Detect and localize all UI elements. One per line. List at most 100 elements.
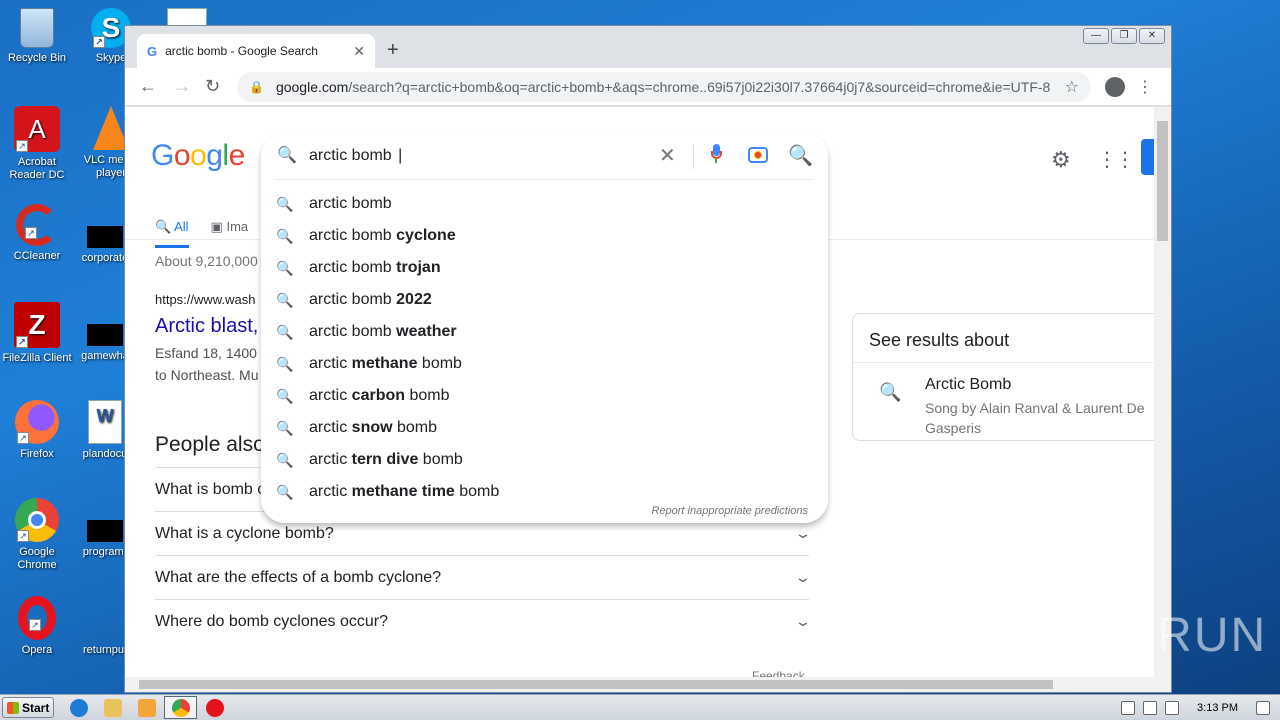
tab-google-search[interactable]: G arctic bomb - Google Search ✕ (137, 34, 375, 68)
address-bar[interactable]: 🔒 google.com/search?q=arctic+bomb&oq=arc… (237, 72, 1091, 102)
microphone-icon[interactable] (710, 144, 722, 164)
result-title-link[interactable]: Arctic blast, (155, 315, 258, 338)
bookmark-star-icon[interactable]: ☆ (1065, 77, 1079, 97)
clock[interactable]: 3:13 PM (1197, 702, 1238, 714)
start-button[interactable]: Start (2, 697, 54, 718)
tab-title: arctic bomb - Google Search (165, 44, 318, 58)
desktop-icon-label: Firefox (20, 448, 54, 460)
suggestion-item[interactable]: 🔍 arctic methane bomb (261, 348, 828, 380)
results-count: About 9,210,000 (155, 253, 258, 269)
desktop-icon-label: Google Chrome (17, 546, 57, 571)
chrome-window: G arctic bomb - Google Search ✕ + — ❐ ✕ … (124, 25, 1172, 693)
file-thumbnail-icon (87, 324, 123, 346)
google-logo[interactable]: Google (151, 139, 245, 173)
search-tabs: 🔍 All ▣ Ima (155, 219, 248, 248)
suggestion-item[interactable]: 🔍 arctic methane time bomb (261, 476, 828, 508)
recycle-bin-icon (20, 8, 54, 48)
result-snippet: to Northeast. Mu (155, 367, 259, 383)
tab-images[interactable]: ▣ Ima (211, 219, 249, 248)
desktop-icon-filezilla[interactable]: Z ↗ FileZilla Client (0, 302, 74, 365)
desktop-icon-acrobat[interactable]: A ↗ Acrobat Reader DC (0, 106, 74, 182)
people-also-ask-title: People also (155, 433, 265, 456)
chrome-menu-icon[interactable]: ⋮ (1137, 77, 1153, 97)
anyrun-watermark: ANY RUN (1038, 609, 1268, 662)
tab-close-icon[interactable]: ✕ (353, 43, 365, 60)
action-center-flag-icon[interactable] (1165, 701, 1180, 715)
media-player-icon[interactable] (138, 699, 156, 717)
desktop-icon-chrome[interactable]: ↗ Google Chrome (0, 498, 74, 572)
internet-explorer-icon[interactable] (70, 699, 88, 717)
show-desktop-icon[interactable] (1256, 701, 1270, 715)
desktop-icon-opera[interactable]: ↗ Opera (0, 596, 74, 657)
clear-search-icon[interactable]: ✕ (659, 143, 676, 168)
suggestion-item[interactable]: 🔍 arctic bomb 2022 (261, 284, 828, 316)
result-url[interactable]: https://www.wash (155, 292, 255, 307)
word-document-icon: W (88, 400, 122, 444)
minimize-button[interactable]: — (1083, 28, 1109, 44)
settings-gear-icon[interactable]: ⚙ (1051, 147, 1071, 173)
knowledge-panel-divider (853, 362, 1155, 363)
suggestion-item[interactable]: 🔍 arctic bomb cyclone (261, 220, 828, 252)
taskbar: Start 3:13 PM (0, 694, 1280, 720)
tab-strip: G arctic bomb - Google Search ✕ + — ❐ ✕ (125, 26, 1171, 68)
knowledge-panel-title: See results about (869, 330, 1010, 350)
opera-icon: ↗ (18, 596, 56, 640)
suggestion-item[interactable]: 🔍 arctic tern dive bomb (261, 444, 828, 476)
search-icon: 🔍 (276, 291, 294, 308)
chrome-icon: ↗ (15, 498, 59, 542)
suggestion-item[interactable]: 🔍 arctic bomb weather (261, 316, 828, 348)
search-icon: 🔍 (276, 259, 294, 276)
search-box-underline (275, 179, 814, 180)
report-predictions-link[interactable]: Report inappropriate predictions (651, 505, 808, 517)
file-thumbnail-icon (87, 226, 123, 248)
url-path: /search?q=arctic+bomb&oq=arctic+bomb+&aq… (348, 79, 1051, 95)
scrollbar-thumb[interactable] (1157, 121, 1168, 241)
url-text[interactable]: google.com/search?q=arctic+bomb&oq=arcti… (276, 79, 1065, 95)
tab-all[interactable]: 🔍 All (155, 219, 189, 248)
google-favicon-icon: G (147, 43, 158, 59)
profile-avatar-icon[interactable] (1105, 77, 1125, 97)
scrollbar-thumb[interactable] (139, 680, 1053, 689)
acrobat-icon: A ↗ (14, 106, 60, 152)
desktop-icon-label: Acrobat Reader DC (9, 156, 65, 181)
reload-icon[interactable]: ↻ (205, 76, 220, 97)
search-icon: 🔍 (276, 355, 294, 372)
window-controls: — ❐ ✕ (1083, 28, 1165, 44)
forward-arrow-icon[interactable]: → (173, 76, 191, 97)
network-icon[interactable] (1143, 701, 1158, 715)
search-submit-icon[interactable]: 🔍 (788, 143, 813, 168)
vertical-scrollbar[interactable] (1154, 107, 1171, 679)
windows-flag-icon (7, 701, 19, 714)
back-arrow-icon[interactable]: ← (139, 76, 157, 97)
new-tab-button[interactable]: + (387, 39, 399, 62)
google-lens-camera-icon[interactable] (748, 147, 768, 163)
suggestion-item[interactable]: 🔍 arctic bomb trojan (261, 252, 828, 284)
paa-question[interactable]: What are the effects of a bomb cyclone? ⌄ (155, 555, 812, 599)
desktop-icon-label: Opera (21, 644, 53, 656)
desktop-icon-ccleaner[interactable]: ↗ CCleaner (0, 204, 74, 263)
lock-icon[interactable]: 🔒 (249, 80, 264, 94)
search-input[interactable]: arctic bomb (309, 147, 402, 165)
horizontal-scrollbar[interactable] (125, 677, 1171, 692)
desktop-icon-recycle-bin[interactable]: Recycle Bin (0, 8, 74, 65)
file-explorer-icon[interactable] (104, 699, 122, 717)
paa-question[interactable]: Where do bomb cyclones occur? ⌄ (155, 599, 812, 643)
sign-in-button[interactable] (1141, 139, 1155, 175)
suggestion-item[interactable]: 🔍 arctic snow bomb (261, 412, 828, 444)
desktop-icon-firefox[interactable]: ↗ Firefox (0, 400, 74, 461)
opera-icon[interactable] (206, 699, 224, 717)
page-content: Google ⚙ ⋮⋮⋮ 🔍 All ▣ Ima About 9,210,000… (125, 107, 1155, 679)
knowledge-panel-entity[interactable]: Arctic Bomb (925, 376, 1011, 394)
filezilla-icon: Z ↗ (14, 302, 60, 348)
close-window-button[interactable]: ✕ (1139, 28, 1165, 44)
url-host: google.com (275, 79, 349, 95)
suggestion-item[interactable]: 🔍 arctic bomb (261, 188, 828, 220)
restore-button[interactable]: ❐ (1111, 28, 1137, 44)
search-icon: 🔍 (276, 451, 294, 468)
suggestion-item[interactable]: 🔍 arctic carbon bomb (261, 380, 828, 412)
file-thumbnail-icon (87, 618, 123, 640)
search-box[interactable]: 🔍 arctic bomb ✕ 🔍 (261, 133, 828, 179)
browser-toolbar: ← → ↻ 🔒 google.com/search?q=arctic+bomb&… (125, 68, 1171, 106)
search-autocomplete-panel: 🔍 arctic bomb ✕ 🔍 🔍arctic bomb 🔍arctic b… (261, 133, 828, 523)
volume-icon[interactable] (1121, 701, 1136, 715)
